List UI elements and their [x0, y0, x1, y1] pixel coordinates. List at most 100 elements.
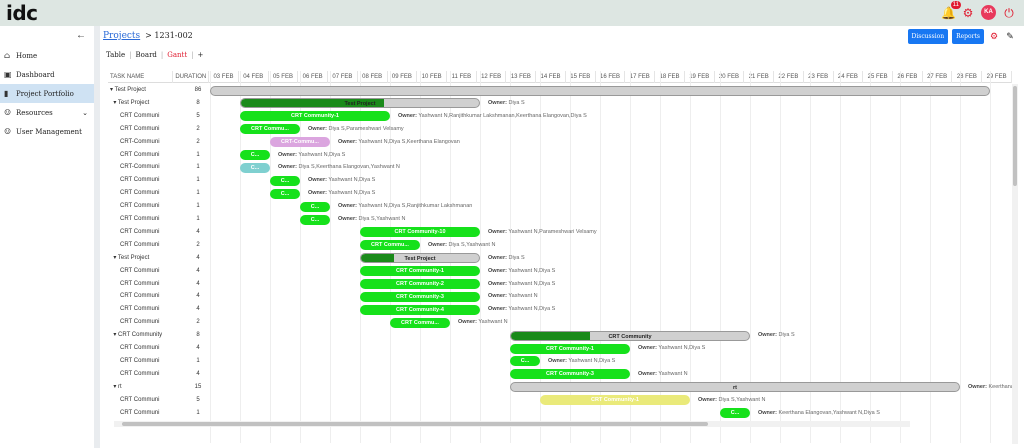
edit-icon[interactable]: ✎: [1004, 31, 1016, 42]
table-row[interactable]: CRT Communi 1 C... Owner: Yashwant N,Diya S: [108, 174, 1012, 187]
sidebar-item-dashboard[interactable]: ▣ Dashboard: [0, 65, 94, 84]
gantt-bar[interactable]: CRT Community-3: [510, 369, 630, 380]
gantt-bar[interactable]: C...: [270, 188, 300, 199]
owner-text: Owner: Yashwant N,Diya S,Keerthana Elang…: [338, 136, 460, 149]
tab-table[interactable]: Table: [106, 51, 125, 59]
task-duration: 1: [196, 203, 200, 210]
table-row[interactable]: CRT Communi 2 CRT Commu... Owner: Diya S,Ya…: [108, 239, 1012, 252]
gantt-bar[interactable]: C...: [270, 175, 300, 186]
table-row[interactable]: CRT Communi 1 C... Owner: Yashwant N,Diya S: [108, 355, 1012, 368]
gantt-bar[interactable]: C...: [240, 150, 270, 160]
table-row[interactable]: CRT Communi 5 CRT Community-1 Owner: Diya S…: [108, 394, 1012, 407]
gantt-bar[interactable]: C...: [300, 201, 330, 212]
task-duration: 1: [196, 357, 200, 364]
table-row[interactable]: CRT Communi 4 CRT Community-3 Owner: Yashwa…: [108, 368, 1012, 381]
gantt-bar[interactable]: CRT Commu...: [360, 240, 420, 251]
table-row[interactable]: CRT Communi 4 CRT Community-2 Owner: Yashwa…: [108, 278, 1012, 291]
owner-text: Owner: Yashwant N,Diya S: [488, 265, 555, 278]
avatar[interactable]: KA: [981, 5, 996, 20]
settings-icon[interactable]: ⚙: [988, 31, 1000, 42]
scroll-thumb[interactable]: [1013, 86, 1017, 186]
owner-text: Owner: Yashwant N,Diya S: [308, 187, 375, 200]
gantt-bar[interactable]: CRT-Commu...: [270, 137, 330, 148]
gantt-bar[interactable]: CRT Community-1: [510, 343, 630, 354]
gantt-bar-label: CRT Community: [608, 333, 652, 340]
table-row[interactable]: CRT Communi 4 CRT Community-1 Owner: Yashwa…: [108, 342, 1012, 355]
table-row[interactable]: ▾ Test Project 86: [108, 84, 1012, 97]
gantt-bar[interactable]: C...: [300, 214, 330, 225]
date-header: 08 FEB: [358, 71, 388, 83]
gantt-bar[interactable]: Test Project: [240, 98, 480, 109]
owner-names: Yashwant N,Diya S: [656, 345, 706, 351]
table-row[interactable]: CRT Communi 5 CRT Community-1 Owner: Yashwa…: [108, 110, 1012, 123]
table-row[interactable]: CRT Communi 1 C... Owner: Diya S,Yashwant N: [108, 213, 1012, 226]
gantt-bar[interactable]: C...: [240, 162, 270, 173]
gantt-bar[interactable]: CRT Community-2: [360, 279, 480, 289]
owner-text: Owner: Keerthana: [968, 381, 1012, 394]
sidebar-item-resources[interactable]: ☺ Resources ⌄: [0, 103, 94, 122]
vertical-scrollbar[interactable]: [1012, 84, 1018, 444]
owner-names: Yashwant N,Diya S: [326, 190, 376, 197]
reports-button[interactable]: Reports: [952, 29, 984, 44]
gantt-bar[interactable]: rt: [510, 382, 960, 393]
gantt-bar[interactable]: CRT Community-4: [360, 304, 480, 315]
gantt-bar[interactable]: CRT Community: [510, 330, 750, 341]
sidebar-item-home[interactable]: ⌂ Home: [0, 46, 94, 65]
task-duration: 86: [194, 87, 202, 93]
table-row[interactable]: CRT Communi 4 CRT Community-1 Owner: Yashwa…: [108, 265, 1012, 278]
task-duration: 4: [196, 228, 200, 235]
gantt-bar-label: CRT Community-3: [546, 371, 594, 378]
gantt-bar[interactable]: C...: [510, 356, 540, 367]
scroll-thumb[interactable]: [122, 422, 708, 426]
table-row[interactable]: CRT Communi 4 CRT Community-10 Owner: Yashw…: [108, 226, 1012, 239]
breadcrumb-projects-link[interactable]: Projects: [103, 31, 140, 41]
gantt-bar-label: C...: [250, 152, 260, 158]
gantt-bar-label: Test Project: [404, 256, 436, 263]
table-row[interactable]: CRT Communi 2 CRT Commu... Owner: Diya S,Pa…: [108, 123, 1012, 136]
gantt-bar[interactable]: C...: [720, 408, 750, 418]
gantt-bar[interactable]: CRT Community-10: [360, 227, 480, 238]
sidebar-item-user-management[interactable]: ☺ User Management: [0, 122, 94, 141]
owner-names: Yashwant N: [476, 319, 508, 326]
gantt-bar[interactable]: CRT Community-1: [360, 266, 480, 277]
logo[interactable]: idc: [6, 1, 38, 25]
date-header: 05 FEB: [269, 71, 299, 83]
tab-board[interactable]: Board: [136, 51, 157, 59]
owner-label: Owner:: [278, 164, 297, 171]
table-row[interactable]: CRT Communi 1 C... Owner: Yashwant N,Diya S…: [108, 200, 1012, 213]
discussion-button[interactable]: Discussion: [907, 29, 949, 44]
task-duration: 4: [196, 370, 200, 377]
table-row[interactable]: ▾ CRT Community 8 CRT Community Owner: Diya…: [108, 329, 1012, 342]
add-view-button[interactable]: +: [198, 51, 204, 59]
tab-gantt[interactable]: Gantt: [167, 51, 187, 59]
horizontal-scrollbar[interactable]: [114, 421, 910, 427]
gantt-bar[interactable]: CRT Community-1: [540, 395, 690, 406]
gantt-bar[interactable]: CRT Community-3: [360, 291, 480, 302]
table-row[interactable]: CRT Communi 1 C... Owner: Yashwant N,Diya S: [108, 187, 1012, 200]
gantt-bar[interactable]: CRT Commu...: [390, 317, 450, 328]
date-header: 09 FEB: [388, 71, 418, 83]
chevron-down-icon[interactable]: ⌄: [82, 109, 88, 117]
table-row[interactable]: CRT-Communi 1 C... Owner: Diya S,Keerthana …: [108, 161, 1012, 174]
bell-icon[interactable]: 🔔 11: [941, 0, 961, 20]
sidebar-item-project-portfolio[interactable]: ▮ Project Portfolio: [0, 84, 94, 103]
table-row[interactable]: CRT Communi 4 CRT Community-3 Owner: Yashwa…: [108, 290, 1012, 303]
gantt-bar[interactable]: [210, 85, 990, 96]
table-row[interactable]: CRT Communi 4 CRT Community-4 Owner: Yashwa…: [108, 303, 1012, 316]
owner-label: Owner:: [308, 125, 327, 132]
task-duration: 1: [196, 409, 200, 416]
collapse-arrow-icon[interactable]: ←: [76, 30, 86, 41]
table-row[interactable]: ▾ Test Project 4 Test Project Owner: Diya S: [108, 252, 1012, 265]
user-settings-icon[interactable]: ⚙: [961, 6, 975, 20]
gantt-bar-label: Test Project: [344, 101, 376, 108]
table-row[interactable]: CRT Communi 1 C... Owner: Keerthana Elangov…: [108, 407, 1012, 420]
gantt-bar[interactable]: Test Project: [360, 253, 480, 264]
gantt-bar[interactable]: CRT Community-1: [240, 111, 390, 122]
table-row[interactable]: ▾ rt 15 rt Owner: Keerthana: [108, 381, 1012, 394]
table-row[interactable]: CRT Communi 1 C... Owner: Yashwant N,Diya S: [108, 149, 1012, 162]
table-row[interactable]: CRT Communi 2 CRT Commu... Owner: Yashwant …: [108, 316, 1012, 329]
gantt-bar[interactable]: CRT Commu...: [240, 124, 300, 135]
table-row[interactable]: ▾ Test Project 8 Test Project Owner: Diya S: [108, 97, 1012, 110]
power-icon[interactable]: ⏻: [1002, 6, 1016, 20]
table-row[interactable]: CRT-Communi 2 CRT-Commu... Owner: Yashwant …: [108, 136, 1012, 149]
